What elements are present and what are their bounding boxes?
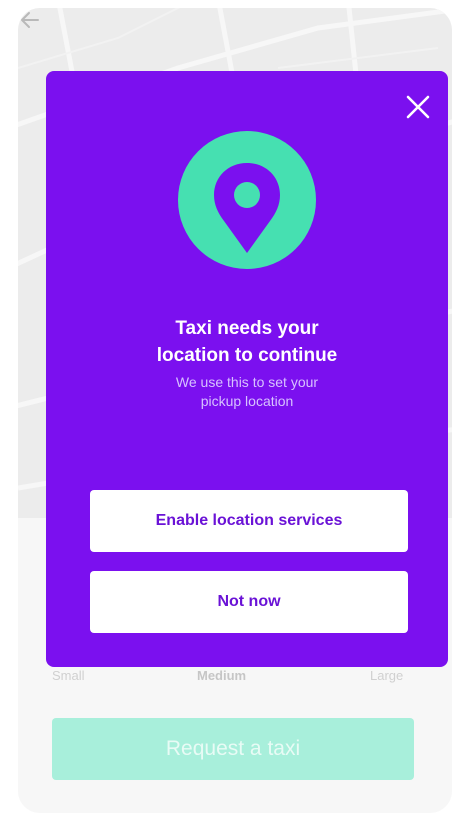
- size-option-medium[interactable]: Medium: [197, 668, 246, 683]
- size-option-small[interactable]: Small: [52, 668, 85, 683]
- location-pin-icon: [214, 163, 280, 253]
- request-taxi-button[interactable]: Request a taxi: [52, 718, 414, 780]
- size-option-large[interactable]: Large: [370, 668, 403, 683]
- not-now-button[interactable]: Not now: [90, 571, 408, 633]
- modal-title: Taxi needs your location to continue: [156, 318, 338, 366]
- location-pin-badge: [178, 131, 316, 269]
- back-arrow-icon[interactable]: [18, 8, 42, 32]
- close-icon[interactable]: [402, 91, 434, 123]
- modal-subtitle: We use this to set your pickup location: [175, 374, 319, 409]
- location-permission-modal: Taxi needs your location to continue We …: [46, 71, 448, 667]
- taxi-size-selector: Small Medium Large: [0, 668, 434, 692]
- enable-location-button[interactable]: Enable location services: [90, 490, 408, 552]
